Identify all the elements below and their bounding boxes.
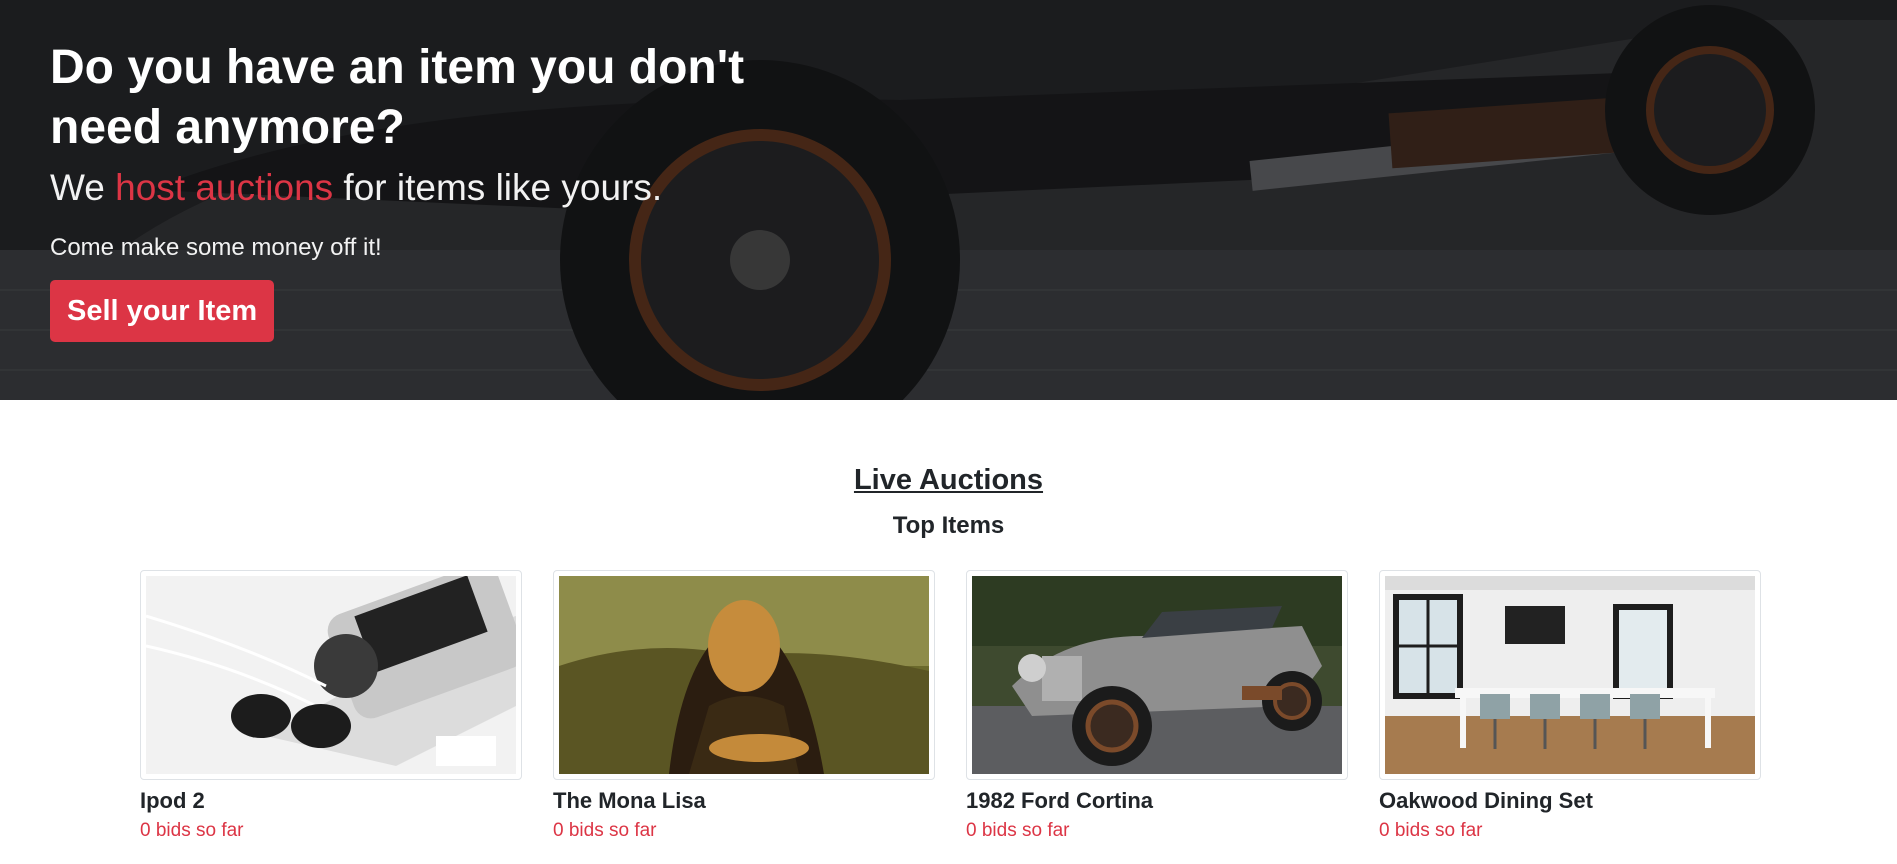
auction-card: Oakwood Dining Set 0 bids so far xyxy=(1379,570,1761,844)
dining-set-image xyxy=(1385,576,1755,774)
hero-title: Do you have an item you don't need anymo… xyxy=(50,41,745,154)
hero-content: Do you have an item you don't need anymo… xyxy=(50,38,810,342)
auction-item-bids: 0 bids so far xyxy=(553,820,657,841)
mona-lisa-image xyxy=(559,576,929,774)
auction-card: The Mona Lisa 0 bids so far xyxy=(553,570,935,844)
auction-card-image[interactable] xyxy=(140,570,522,780)
hero-subtitle: We host auctions for items like yours. xyxy=(50,164,810,212)
auction-card-image[interactable] xyxy=(553,570,935,780)
auction-item-name[interactable]: 1982 Ford Cortina xyxy=(966,786,1348,816)
auction-item-bids: 0 bids so far xyxy=(966,820,1070,841)
live-auctions-heading[interactable]: Live Auctions xyxy=(0,462,1897,498)
sell-item-button[interactable]: Sell your Item xyxy=(50,280,275,342)
auction-item-name[interactable]: Ipod 2 xyxy=(140,786,522,816)
auction-card: 1982 Ford Cortina 0 bids so far xyxy=(966,570,1348,844)
auction-card-image[interactable] xyxy=(1379,570,1761,780)
top-items-subheading: Top Items xyxy=(892,512,1005,539)
ipod-image xyxy=(146,576,516,774)
hero-subtitle-suffix: for items like yours. xyxy=(333,167,663,208)
hero-subtitle-accent: host auctions xyxy=(115,167,334,208)
auction-item-name[interactable]: Oakwood Dining Set xyxy=(1379,786,1761,816)
auction-card: Ipod 2 0 bids so far xyxy=(140,570,522,844)
auction-item-name[interactable]: The Mona Lisa xyxy=(553,786,935,816)
auction-item-bids: 0 bids so far xyxy=(140,820,244,841)
hero-subtitle-prefix: We xyxy=(50,167,116,208)
auction-card-image[interactable] xyxy=(966,570,1348,780)
auction-item-bids: 0 bids so far xyxy=(1379,820,1483,841)
ford-cortina-image xyxy=(972,576,1342,774)
hero-lead: Come make some money off it! xyxy=(50,234,382,261)
hero-banner: Do you have an item you don't need anymo… xyxy=(0,0,1897,400)
